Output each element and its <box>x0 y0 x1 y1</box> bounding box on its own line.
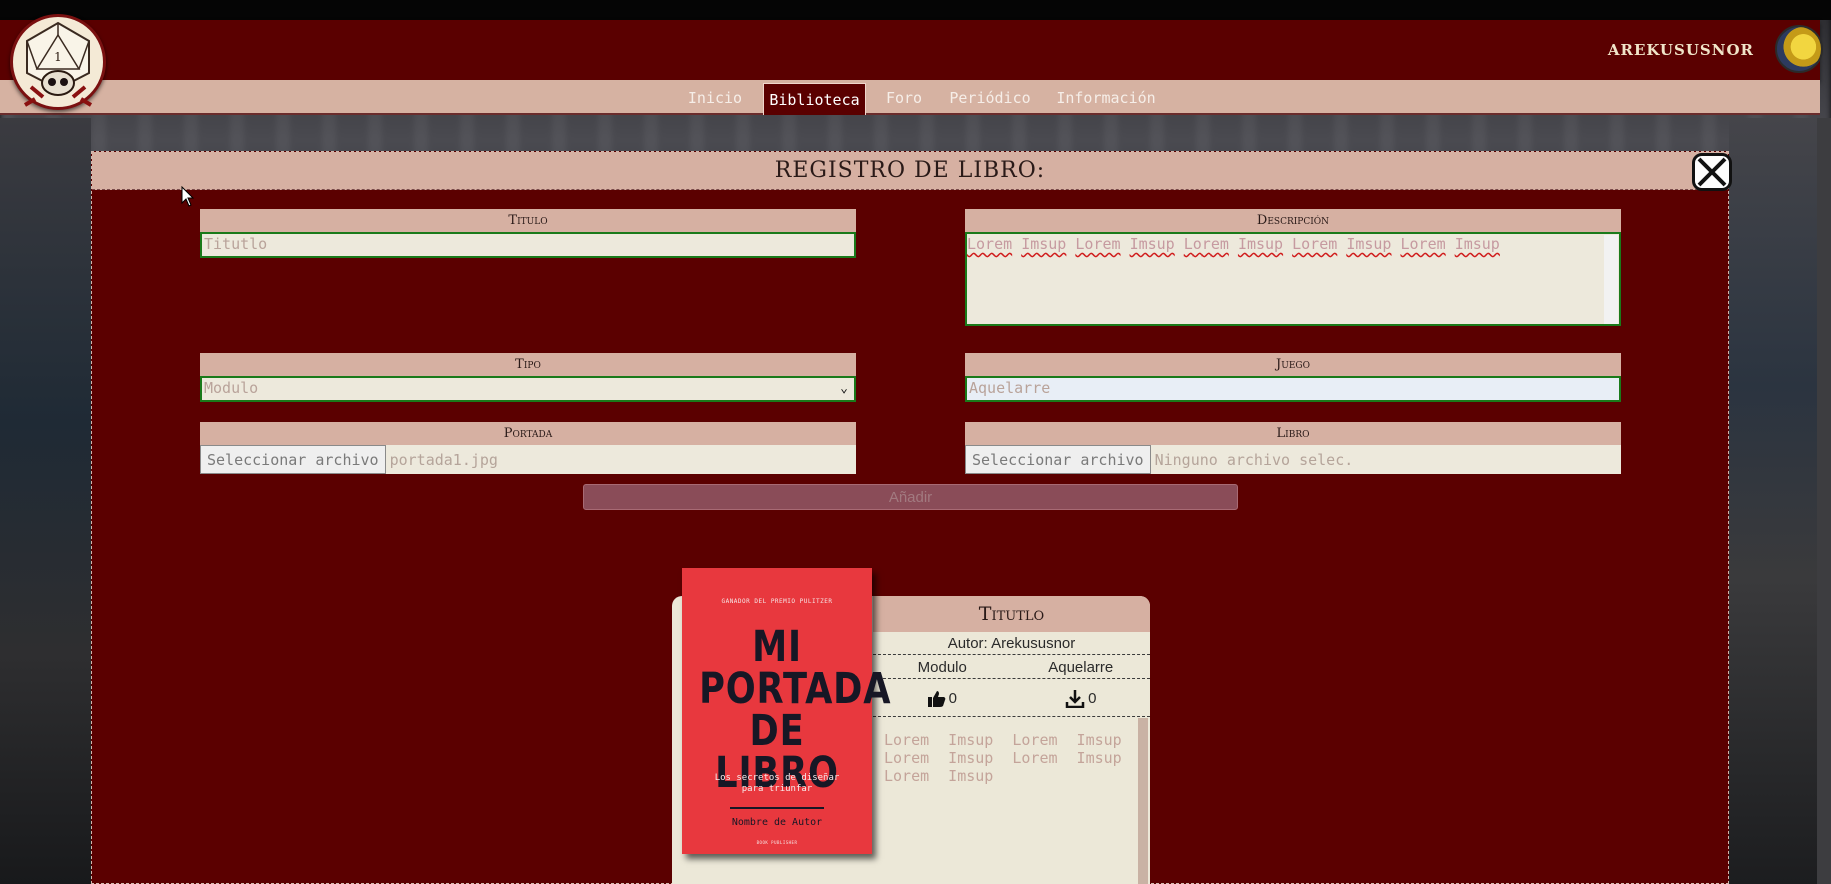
modal-title: REGISTRO DE LIBRO: <box>92 152 1728 190</box>
nav-informacion[interactable]: Información <box>1052 80 1160 115</box>
background-left-strip <box>0 118 91 884</box>
background-right-strip <box>1729 118 1831 884</box>
desc-word: Imsup <box>1237 235 1284 253</box>
preview-type: Modulo <box>917 658 967 676</box>
mouse-cursor-icon <box>181 186 195 207</box>
descripcion-textarea[interactable]: Lorem Imsup Lorem Imsup Lorem Imsup Lore… <box>965 232 1621 326</box>
preview-meta-row: Modulo Aquelarre <box>873 656 1150 679</box>
user-avatar[interactable] <box>1775 25 1823 73</box>
cover-award: GANADOR DEL PREMIO PULITZER <box>721 598 833 605</box>
preview-author-text: Autor: Arekususnor <box>947 634 1076 652</box>
site-logo[interactable]: 1 <box>10 14 106 110</box>
book-cover-image: GANADOR DEL PREMIO PULITZER MI PORTADA D… <box>682 568 892 854</box>
textarea-scrollbar[interactable] <box>1604 235 1618 324</box>
tipo-select[interactable]: Modulo ⌄ <box>200 376 856 402</box>
juego-input[interactable]: Aquelarre <box>965 376 1621 402</box>
main-nav: Inicio Biblioteca Foro Periódico Informa… <box>0 80 1820 115</box>
desc-word: Imsup <box>1129 235 1175 253</box>
cover-title-line: PORTADA <box>699 664 892 714</box>
juego-label: Juego <box>965 353 1621 376</box>
preview-likes[interactable]: 0 <box>873 690 1012 707</box>
titulo-input[interactable]: Titutlo <box>200 232 856 258</box>
logo-number: 1 <box>54 50 62 64</box>
cover-publisher: BOOK PUBLISHER <box>756 840 798 845</box>
desc-word: Lorem <box>1183 235 1229 253</box>
preview-game: Aquelarre <box>1048 658 1114 676</box>
cover-title-line: MI <box>752 622 802 672</box>
nav-biblioteca[interactable]: Biblioteca <box>763 83 866 115</box>
libro-label: Libro <box>965 422 1621 445</box>
cover-author: Nombre de Autor <box>731 817 823 828</box>
libro-select-file-button[interactable]: Seleccionar archivo <box>965 445 1151 474</box>
libro-file-name: Ninguno archivo selec. <box>1154 450 1354 469</box>
downloads-count: 0 <box>1088 689 1097 707</box>
portada-label: Portada <box>200 422 856 445</box>
username-label[interactable]: AREKUSUSNOR <box>1608 41 1754 59</box>
tipo-select-value: Modulo <box>204 379 259 397</box>
desc-word: Lorem <box>1292 235 1338 253</box>
top-strip <box>0 0 1831 20</box>
site-header: AREKUSUSNOR <box>0 20 1820 80</box>
portada-select-file-button[interactable]: Seleccionar archivo <box>200 445 386 474</box>
desc-word: Imsup <box>1346 235 1392 253</box>
titulo-label: Titulo <box>200 209 856 232</box>
close-icon <box>1697 157 1727 187</box>
likes-count: 0 <box>948 689 957 707</box>
preview-scrollbar[interactable] <box>1138 718 1148 884</box>
preview-title: Titutlo <box>873 596 1150 632</box>
nav-inicio[interactable]: Inicio <box>682 80 748 115</box>
desc-word: Lorem <box>1075 235 1121 253</box>
preview-author: Autor: Arekususnor <box>873 632 1150 655</box>
portada-file-name: portada1.jpg <box>389 450 498 469</box>
preview-downloads[interactable]: 0 <box>1012 689 1151 708</box>
desc-word: Lorem <box>1400 235 1446 253</box>
descripcion-label: Descripción <box>965 209 1621 232</box>
nav-periodico[interactable]: Periódico <box>942 80 1038 115</box>
chevron-down-icon: ⌄ <box>840 381 848 396</box>
desc-word: Imsup <box>1021 235 1067 253</box>
preview-stats-row: 0 0 <box>873 680 1150 717</box>
thumbs-up-icon <box>927 690 945 707</box>
d20-skull-icon: 1 <box>23 21 93 107</box>
download-icon <box>1065 689 1085 708</box>
cover-divider <box>730 807 824 809</box>
cover-subtitle: Los secretos de diseñar para triunfar <box>714 773 840 794</box>
desc-word: Lorem <box>967 235 1013 253</box>
portada-file-input: Seleccionar archivo portada1.jpg <box>200 445 856 474</box>
desc-word: Imsup <box>1454 235 1500 253</box>
close-button[interactable] <box>1692 153 1732 191</box>
libro-file-input: Seleccionar archivo Ninguno archivo sele… <box>965 445 1621 474</box>
nav-foro[interactable]: Foro <box>880 80 928 115</box>
add-book-button[interactable]: Añadir <box>583 484 1238 510</box>
cover-title: MI PORTADA DE LIBRO <box>699 622 892 795</box>
tipo-label: Tipo <box>200 353 856 376</box>
preview-description: Lorem Imsup Lorem Imsup Lorem Imsup Lore… <box>884 731 1122 785</box>
